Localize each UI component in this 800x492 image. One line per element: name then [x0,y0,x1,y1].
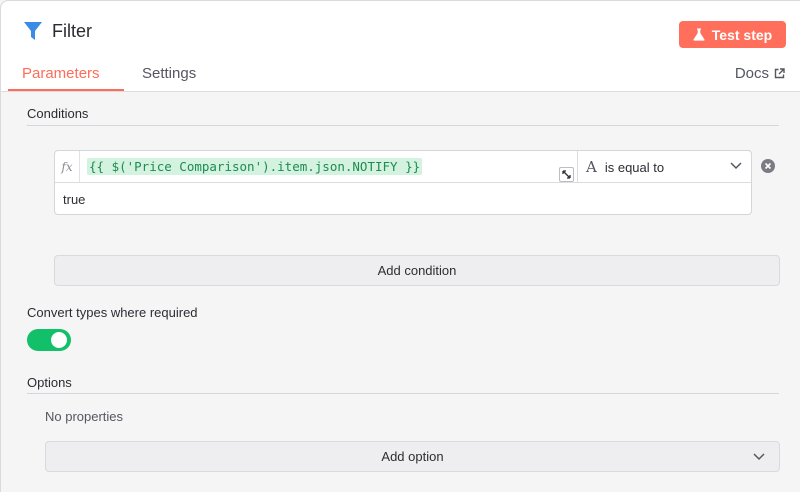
node-panel: Filter Test step Parameters Settings Doc… [0,0,800,492]
convert-types-toggle[interactable] [27,329,71,351]
test-step-button[interactable]: Test step [679,21,786,48]
node-title[interactable]: Filter [52,21,92,42]
panel-header: Filter Test step Parameters Settings Doc… [1,1,800,92]
condition-left-row: fx {{ $('Price Comparison').item.json.NO… [55,151,751,183]
left-value-input[interactable]: {{ $('Price Comparison').item.json.NOTIF… [81,151,577,183]
add-option-dropdown[interactable]: Add option [45,441,780,472]
expression-fx-badge: fx [55,151,80,183]
operator-select[interactable]: A is equal to [577,151,751,183]
active-tab-indicator [8,89,124,91]
tab-settings[interactable]: Settings [142,65,196,82]
test-step-label: Test step [711,26,773,43]
convert-types-label: Convert types where required [27,305,198,320]
tab-parameters[interactable]: Parameters [22,65,100,82]
chevron-down-icon [730,162,742,170]
add-condition-label: Add condition [377,263,457,278]
close-icon [764,162,772,170]
filter-icon [24,22,42,40]
docs-label: Docs [734,65,769,82]
external-link-icon [774,68,785,79]
remove-condition-button[interactable] [761,159,775,173]
conditions-title: Conditions [27,106,89,121]
conditions-divider [27,125,779,126]
string-type-icon: A [586,158,597,176]
expand-icon [562,170,571,179]
toggle-knob [51,332,67,348]
add-condition-button[interactable]: Add condition [54,255,780,286]
options-divider [27,393,779,394]
title-row: Filter [23,20,92,42]
left-value-expression: {{ $('Price Comparison').item.json.NOTIF… [87,158,423,175]
add-option-label: Add option [381,449,444,464]
expand-editor-button[interactable] [559,167,574,182]
chevron-down-icon [753,453,765,461]
right-value-input[interactable]: true [63,192,85,207]
tab-bar: Parameters Settings Docs [1,57,800,92]
condition-row: fx {{ $('Price Comparison').item.json.NO… [54,150,752,215]
operator-label: is equal to [604,159,665,175]
flask-icon [693,28,705,41]
options-title: Options [27,375,72,390]
docs-link[interactable]: Docs [735,65,785,82]
no-properties-text: No properties [45,409,124,424]
